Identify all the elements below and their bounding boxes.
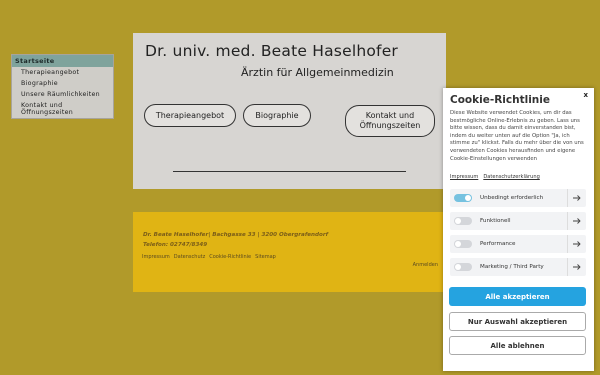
footer-phone: Telefon: 02747/8349: [143, 242, 208, 248]
menu-item-startseite[interactable]: Startseite: [12, 55, 113, 67]
footer-links: Impressum Datenschutz Cookie-Richtlinie …: [142, 254, 276, 260]
arrow-right-icon[interactable]: [567, 258, 586, 276]
menu-item-therapieangebot[interactable]: Therapieangebot: [12, 67, 113, 78]
accept-all-button[interactable]: Alle akzeptieren: [449, 287, 586, 306]
cookie-link-datenschutz[interactable]: Datenschutzerklärung: [483, 174, 539, 180]
doctor-subtitle: Ärztin für Allgemeinmedizin: [241, 66, 394, 79]
footer-link-datenschutz[interactable]: Datenschutz: [174, 254, 205, 260]
cookie-panel: Cookie-Richtlinie x Diese Website verwen…: [443, 88, 594, 371]
cookie-row-performance: Performance: [450, 235, 586, 253]
cookie-row-label: Unbedingt erforderlich: [480, 195, 544, 201]
doctor-name: Dr. univ. med. Beate Haselhofer: [145, 42, 398, 60]
therapy-button[interactable]: Therapieangebot: [144, 104, 236, 127]
cookie-row-functional: Funktionell: [450, 212, 586, 230]
cookie-title: Cookie-Richtlinie: [450, 94, 550, 106]
arrow-right-icon[interactable]: [567, 235, 586, 253]
cookie-row-necessary: Unbedingt erforderlich: [450, 189, 586, 207]
performance-toggle[interactable]: [454, 240, 472, 248]
menu-item-kontakt[interactable]: Kontakt und Öffnungszeiten: [12, 100, 113, 118]
contact-button[interactable]: Kontakt und Öffnungszeiten: [345, 105, 435, 137]
divider: [173, 171, 406, 172]
login-link[interactable]: Anmelden: [413, 262, 438, 268]
necessary-toggle[interactable]: [454, 194, 472, 202]
cookie-link-impressum[interactable]: Impressum: [450, 174, 478, 180]
footer-link-cookie[interactable]: Cookie-Richtlinie: [209, 254, 251, 260]
reject-all-button[interactable]: Alle ablehnen: [449, 336, 586, 355]
menu-item-biographie[interactable]: Biographie: [12, 78, 113, 89]
arrow-right-icon[interactable]: [567, 189, 586, 207]
footer: Dr. Beate Haselhofer| Bachgasse 33 | 320…: [133, 212, 446, 292]
cookie-links: Impressum Datenschutzerklärung: [450, 174, 540, 180]
header-card: Dr. univ. med. Beate Haselhofer Ärztin f…: [133, 33, 446, 189]
cookie-row-label: Performance: [480, 241, 516, 247]
cookie-row-label: Funktionell: [480, 218, 511, 224]
arrow-right-icon[interactable]: [567, 212, 586, 230]
cookie-row-label: Marketing / Third Party: [480, 264, 544, 270]
cookie-row-marketing: Marketing / Third Party: [450, 258, 586, 276]
close-icon[interactable]: x: [583, 91, 588, 99]
footer-link-impressum[interactable]: Impressum: [142, 254, 170, 260]
footer-link-sitemap[interactable]: Sitemap: [255, 254, 276, 260]
functional-toggle[interactable]: [454, 217, 472, 225]
biography-button[interactable]: Biographie: [243, 104, 311, 127]
side-menu: Startseite Therapieangebot Biographie Un…: [11, 54, 114, 119]
footer-address: Dr. Beate Haselhofer| Bachgasse 33 | 320…: [143, 232, 329, 238]
menu-item-raeumlichkeiten[interactable]: Unsere Räumlichkeiten: [12, 89, 113, 100]
accept-selection-button[interactable]: Nur Auswahl akzeptieren: [449, 312, 586, 331]
cookie-description: Diese Website verwendet Cookies, um dir …: [450, 110, 584, 162]
marketing-toggle[interactable]: [454, 263, 472, 271]
